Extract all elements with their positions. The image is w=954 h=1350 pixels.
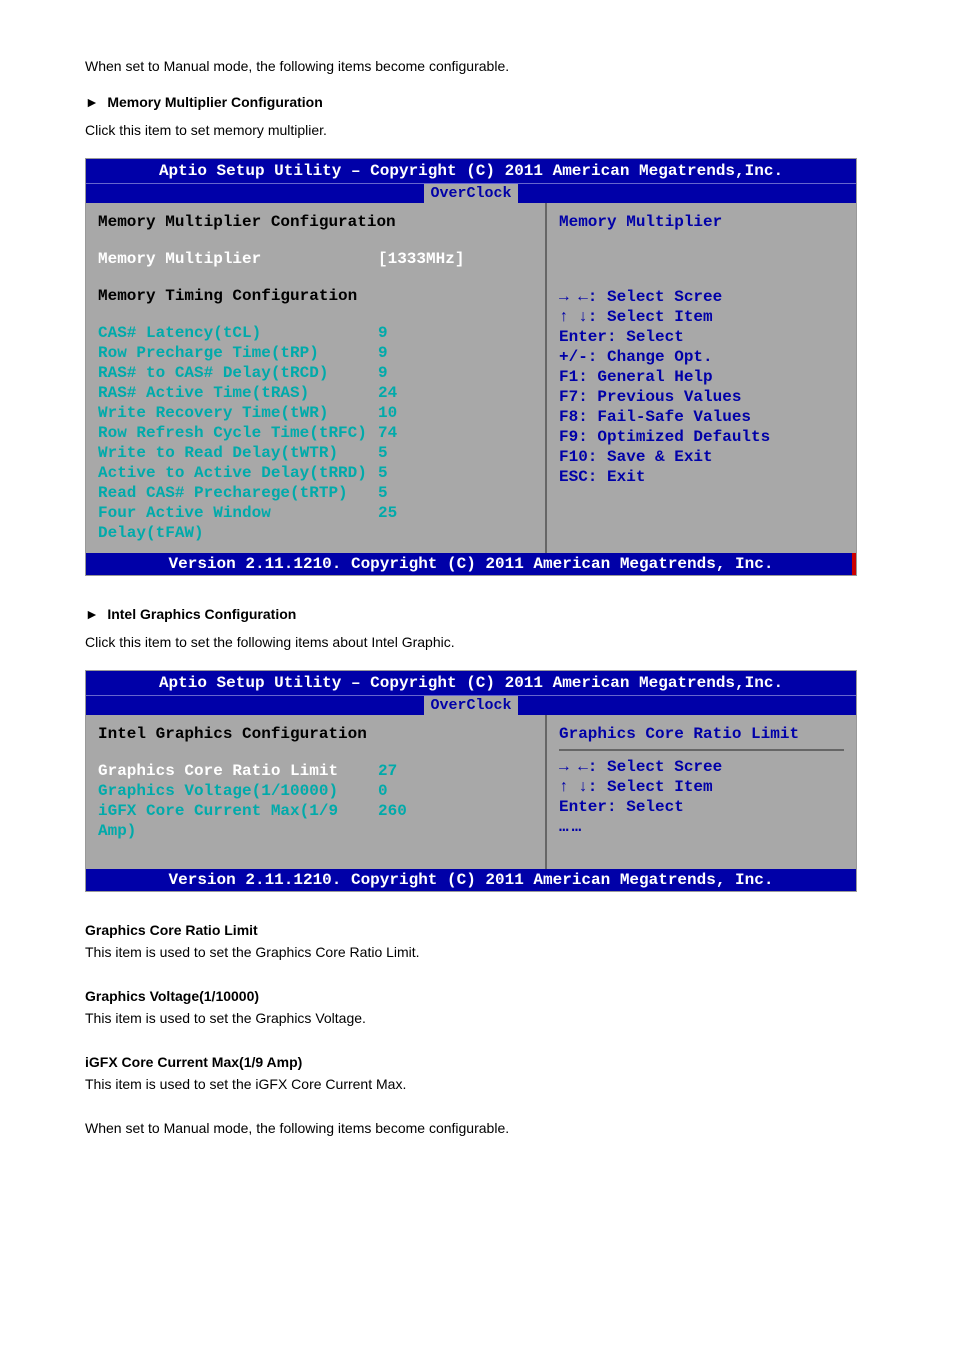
setting-igfx-current: iGFX Core Current Max(1/9 Amp) This item…	[85, 1054, 869, 1092]
heading-mem-mult-config: Memory Multiplier Configuration	[98, 213, 533, 231]
section-intel-graphics: ► Intel Graphics Configuration	[85, 606, 869, 624]
row-tcl[interactable]: CAS# Latency(tCL)9	[98, 323, 533, 343]
section-memory-multiplier: ► Memory Multiplier Configuration	[85, 94, 869, 112]
bios-tab-bar: OverClock	[86, 695, 856, 715]
setting-gfx-voltage: Graphics Voltage(1/10000) This item is u…	[85, 988, 869, 1026]
bios-footer: Version 2.11.1210. Copyright (C) 2011 Am…	[86, 553, 856, 575]
bios-header: Aptio Setup Utility – Copyright (C) 2011…	[86, 159, 856, 183]
row-gfx-voltage[interactable]: Graphics Voltage(1/10000)0	[98, 781, 533, 801]
section-desc: Click this item to set memory multiplier…	[85, 122, 869, 138]
row-gfx-core-ratio[interactable]: Graphics Core Ratio Limit27	[98, 761, 533, 781]
footer-red-marker	[852, 553, 856, 575]
help-line: ESC: Exit	[559, 467, 844, 487]
row-trrd[interactable]: Active to Active Delay(tRRD)5	[98, 463, 533, 483]
bios-help-panel: Memory Multiplier → ←: Select Scree ↑ ↓:…	[547, 203, 856, 553]
help-line: ↑ ↓: Select Item	[559, 777, 844, 797]
heading-graphics-config: Intel Graphics Configuration	[98, 725, 533, 743]
label: Memory Multiplier	[98, 249, 378, 269]
bottom-config-text: When set to Manual mode, the following i…	[85, 1120, 869, 1136]
row-trfc[interactable]: Row Refresh Cycle Time(tRFC)74	[98, 423, 533, 443]
row-igfx-current[interactable]: iGFX Core Current Max(1/9 Amp)260	[98, 801, 533, 841]
divider	[559, 749, 844, 751]
row-trcd[interactable]: RAS# to CAS# Delay(tRCD)9	[98, 363, 533, 383]
row-twr[interactable]: Write Recovery Time(tWR)10	[98, 403, 533, 423]
bios-tab-bar: OverClock	[86, 183, 856, 203]
bios-left-panel: Memory Multiplier Configuration Memory M…	[86, 203, 547, 553]
help-line: Enter: Select	[559, 797, 844, 817]
arrow-icon: ►	[85, 606, 99, 622]
row-twtr[interactable]: Write to Read Delay(tWTR)5	[98, 443, 533, 463]
tab-overclock[interactable]: OverClock	[424, 696, 517, 715]
bios-header: Aptio Setup Utility – Copyright (C) 2011…	[86, 671, 856, 695]
help-title: Graphics Core Ratio Limit	[559, 725, 844, 743]
setting-gfx-core-ratio: Graphics Core Ratio Limit This item is u…	[85, 922, 869, 960]
row-trtp[interactable]: Read CAS# Precharege(tRTP)5	[98, 483, 533, 503]
section-title: Memory Multiplier Configuration	[107, 94, 322, 110]
bios-left-panel: Intel Graphics Configuration Graphics Co…	[86, 715, 547, 869]
heading-mem-timing: Memory Timing Configuration	[98, 287, 533, 305]
bios-screen-memory: Aptio Setup Utility – Copyright (C) 2011…	[85, 158, 857, 576]
top-config-text: When set to Manual mode, the following i…	[85, 58, 869, 74]
row-trp[interactable]: Row Precharge Time(tRP)9	[98, 343, 533, 363]
arrow-icon: ►	[85, 94, 99, 110]
help-line: F8: Fail-Safe Values	[559, 407, 844, 427]
bios-footer: Version 2.11.1210. Copyright (C) 2011 Am…	[86, 869, 856, 891]
row-memory-multiplier[interactable]: Memory Multiplier [1333MHz]	[98, 249, 533, 269]
value: [1333MHz]	[378, 249, 533, 269]
row-tras[interactable]: RAS# Active Time(tRAS)24	[98, 383, 533, 403]
help-line: F9: Optimized Defaults	[559, 427, 844, 447]
help-line: F10: Save & Exit	[559, 447, 844, 467]
help-line: → ←: Select Scree	[559, 287, 844, 307]
section-title: Intel Graphics Configuration	[107, 606, 296, 622]
help-line: ↑ ↓: Select Item	[559, 307, 844, 327]
bios-screen-graphics: Aptio Setup Utility – Copyright (C) 2011…	[85, 670, 857, 892]
help-dots: ……	[559, 817, 844, 837]
help-line: F1: General Help	[559, 367, 844, 387]
help-line: → ←: Select Scree	[559, 757, 844, 777]
section-desc: Click this item to set the following ite…	[85, 634, 869, 650]
help-line: +/-: Change Opt.	[559, 347, 844, 367]
help-line: Enter: Select	[559, 327, 844, 347]
row-tfaw[interactable]: Four Active Window Delay(tFAW)25	[98, 503, 533, 543]
help-line: F7: Previous Values	[559, 387, 844, 407]
tab-overclock[interactable]: OverClock	[424, 184, 517, 203]
help-title: Memory Multiplier	[559, 213, 844, 231]
bios-help-panel: Graphics Core Ratio Limit → ←: Select Sc…	[547, 715, 856, 869]
